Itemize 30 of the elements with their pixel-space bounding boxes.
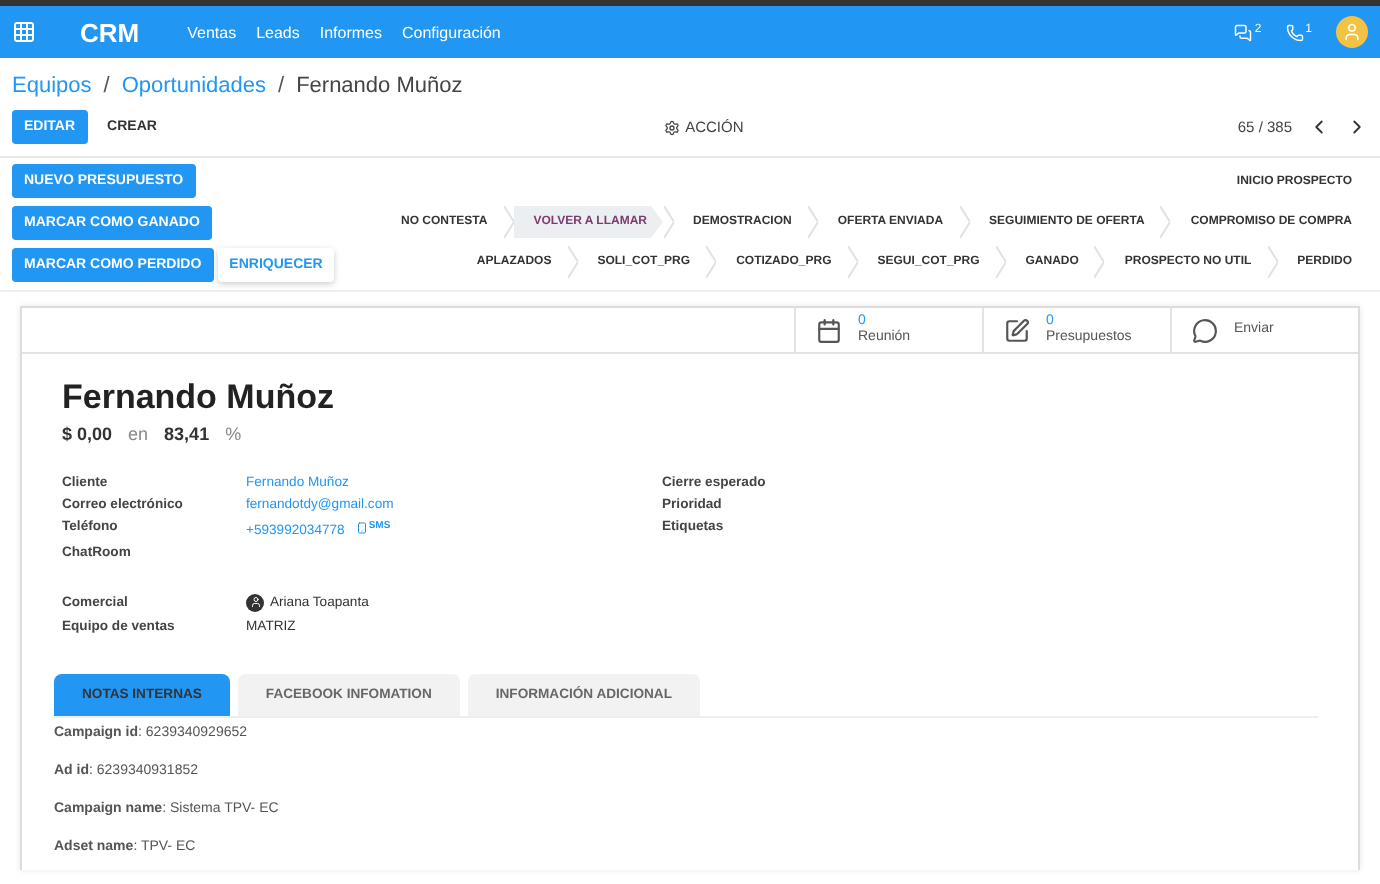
probability-value: 83,41	[164, 424, 210, 444]
breadcrumb-separator: /	[278, 74, 285, 98]
breadcrumb-separator: /	[103, 74, 110, 98]
chevron-icon	[959, 206, 970, 238]
messages-icon[interactable]	[1234, 23, 1253, 41]
chevron-icon	[1094, 246, 1105, 278]
phone-icon	[356, 521, 369, 533]
calendar-icon	[816, 317, 842, 343]
edit-icon	[1004, 317, 1030, 343]
chevron-icon	[807, 206, 818, 238]
apps-menu-icon[interactable]	[12, 20, 36, 44]
record-name: Fernando Muñoz	[296, 74, 463, 98]
chevron-icon	[995, 246, 1006, 278]
user-avatar-icon	[246, 593, 264, 611]
chevron-icon	[1160, 206, 1171, 238]
chat-bubble-icon	[1192, 317, 1218, 343]
chevron-icon	[567, 246, 578, 278]
user-avatar[interactable]	[1336, 16, 1368, 48]
percent-sign: %	[225, 424, 242, 444]
chevron-icon	[503, 206, 514, 238]
revenue-value: $ 0,00	[62, 424, 113, 444]
at-label: en	[128, 424, 149, 444]
record-title: Fernando Muñoz	[62, 378, 336, 418]
chevron-icon	[663, 206, 674, 238]
chevron-icon	[847, 246, 858, 278]
app-name: CRM	[80, 17, 140, 47]
chevron-icon	[706, 246, 717, 278]
chevron-icon	[1267, 246, 1278, 278]
phone-icon[interactable]	[1285, 23, 1304, 41]
settings-icon	[663, 119, 680, 135]
